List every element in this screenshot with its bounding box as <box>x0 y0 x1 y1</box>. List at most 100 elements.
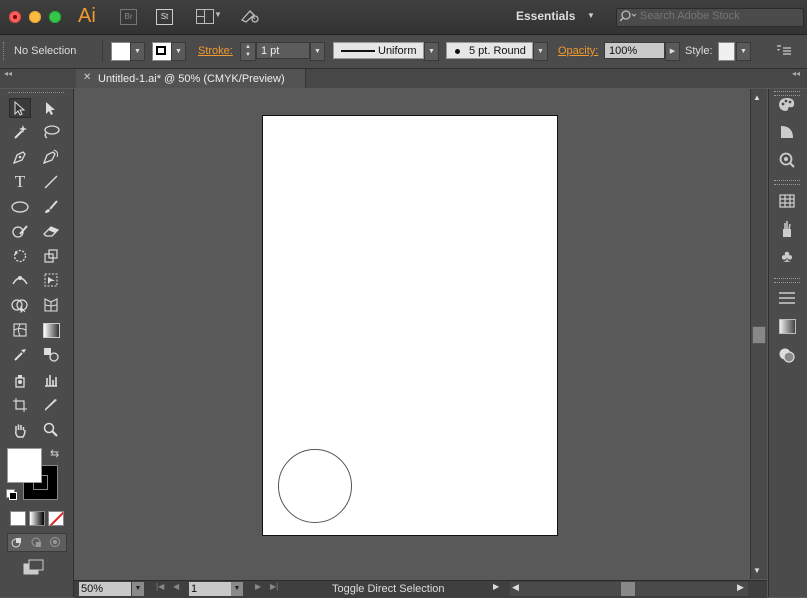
eyedropper-tool-icon[interactable] <box>9 344 31 364</box>
chevron-down-icon[interactable]: ▼ <box>587 11 595 20</box>
hand-tool-icon[interactable] <box>9 420 31 440</box>
width-tool-icon[interactable] <box>9 270 31 290</box>
change-screen-mode-icon[interactable] <box>23 559 45 578</box>
column-graph-tool-icon[interactable] <box>40 370 62 390</box>
collapse-left-panel-icon[interactable]: ◂◂ <box>4 69 12 78</box>
color-themes-panel-icon[interactable] <box>776 150 798 170</box>
search-input[interactable] <box>640 10 795 22</box>
line-segment-tool-icon[interactable] <box>40 172 62 192</box>
paintbrush-tool-icon[interactable] <box>40 197 62 217</box>
draw-inside-icon[interactable] <box>48 535 62 548</box>
artboard-tool-icon[interactable] <box>9 395 31 415</box>
graphic-style-swatch[interactable] <box>718 42 735 61</box>
fill-color-swatch[interactable] <box>111 42 131 61</box>
graphic-style-dropdown[interactable]: ▼ <box>736 42 751 61</box>
stroke-panel-link[interactable]: Stroke: <box>198 45 233 57</box>
control-panel-menu-icon[interactable] <box>776 44 792 59</box>
artboard-number-field[interactable]: 1 <box>189 582 231 596</box>
curvature-tool-icon[interactable] <box>40 147 62 167</box>
none-mode-button[interactable] <box>48 511 64 526</box>
draw-behind-icon[interactable] <box>29 535 43 548</box>
stroke-weight-field[interactable]: 1 pt <box>256 42 310 59</box>
last-artboard-icon[interactable]: ▶| <box>270 582 278 591</box>
selection-tool-icon[interactable] <box>9 98 31 118</box>
magic-wand-tool-icon[interactable] <box>9 122 31 142</box>
arrange-documents-icon[interactable] <box>196 9 214 24</box>
stock-button[interactable]: St <box>156 9 173 25</box>
default-fill-stroke-icon[interactable] <box>6 489 17 500</box>
stroke-panel-icon[interactable] <box>776 288 798 308</box>
dock-grip[interactable] <box>774 278 800 283</box>
rotate-tool-icon[interactable] <box>9 246 31 266</box>
first-artboard-icon[interactable]: |◀ <box>156 582 164 591</box>
shaper-tool-icon[interactable] <box>9 221 31 241</box>
chevron-down-icon[interactable]: ▼ <box>214 10 222 19</box>
dock-grip[interactable] <box>774 180 800 185</box>
collapse-right-panel-icon[interactable]: ◂◂ <box>792 69 800 78</box>
stroke-weight-dropdown[interactable]: ▼ <box>310 42 325 61</box>
symbols-panel-icon[interactable]: ♣ <box>776 247 798 267</box>
bridge-button[interactable]: Br <box>120 9 137 25</box>
scale-tool-icon[interactable] <box>40 246 62 266</box>
scroll-left-icon[interactable]: ◀ <box>512 582 519 593</box>
lasso-tool-icon[interactable] <box>40 122 62 142</box>
window-close-button[interactable] <box>9 11 21 23</box>
window-maximize-button[interactable] <box>49 11 61 23</box>
slice-tool-icon[interactable] <box>40 395 62 415</box>
draw-normal-icon[interactable] <box>10 535 24 548</box>
artboard-dropdown-button[interactable]: ▼ <box>231 582 243 596</box>
workspace-switcher[interactable]: Essentials <box>516 9 575 23</box>
zoom-tool-icon[interactable] <box>40 420 62 440</box>
next-artboard-icon[interactable]: ▶ <box>255 582 261 591</box>
brush-dropdown[interactable]: ▼ <box>533 42 548 61</box>
blend-tool-icon[interactable] <box>40 344 62 364</box>
stroke-weight-stepper[interactable]: ▲ ▼ <box>240 42 256 61</box>
free-transform-tool-icon[interactable] <box>40 270 62 290</box>
zoom-dropdown-button[interactable]: ▼ <box>132 582 144 596</box>
status-menu-arrow-icon[interactable]: ▶ <box>493 582 499 591</box>
circle-shape[interactable] <box>278 449 352 523</box>
fill-color-box[interactable] <box>7 448 42 483</box>
status-message[interactable]: Toggle Direct Selection <box>332 583 445 595</box>
brush-definition[interactable]: 5 pt. Round <box>446 42 533 59</box>
type-tool-icon[interactable]: T <box>9 172 31 192</box>
horizontal-scroll-thumb[interactable] <box>621 582 635 596</box>
scroll-up-icon[interactable]: ▲ <box>753 93 761 102</box>
ellipse-tool-icon[interactable] <box>9 197 31 217</box>
fill-dropdown-button[interactable]: ▼ <box>130 42 145 61</box>
tools-panel-grip[interactable] <box>8 92 64 96</box>
color-panel-icon[interactable] <box>776 94 798 114</box>
gradient-mode-button[interactable] <box>29 511 45 526</box>
vertical-scroll-thumb[interactable] <box>752 326 766 344</box>
color-guide-panel-icon[interactable] <box>776 122 798 142</box>
stroke-color-swatch[interactable] <box>152 42 172 61</box>
perspective-grid-tool-icon[interactable] <box>40 295 62 315</box>
swatches-panel-icon[interactable] <box>776 191 798 211</box>
control-bar-grip[interactable] <box>3 42 7 60</box>
stroke-dropdown-button[interactable]: ▼ <box>171 42 186 61</box>
zoom-level-field[interactable]: 50% <box>79 582 131 596</box>
variable-width-profile[interactable]: Uniform <box>333 42 424 59</box>
shape-builder-tool-icon[interactable] <box>9 295 31 315</box>
eraser-tool-icon[interactable] <box>40 221 62 241</box>
scroll-down-icon[interactable]: ▼ <box>753 566 761 575</box>
opacity-field[interactable]: 100% <box>604 42 665 59</box>
variable-width-dropdown[interactable]: ▼ <box>424 42 439 61</box>
gradient-panel-icon[interactable] <box>776 316 798 336</box>
search-icon[interactable] <box>619 9 637 25</box>
previous-artboard-icon[interactable]: ◀ <box>173 582 179 591</box>
transparency-panel-icon[interactable] <box>776 345 798 365</box>
gradient-tool-icon[interactable] <box>40 320 62 340</box>
scroll-right-icon[interactable]: ▶ <box>737 582 744 593</box>
opacity-slider-button[interactable]: ▶ <box>665 42 680 61</box>
opacity-panel-link[interactable]: Opacity: <box>558 45 598 57</box>
gpu-performance-icon[interactable] <box>240 8 260 28</box>
symbol-sprayer-tool-icon[interactable] <box>9 370 31 390</box>
close-icon[interactable]: ✕ <box>83 72 91 83</box>
mesh-tool-icon[interactable] <box>9 320 31 340</box>
direct-selection-tool-icon[interactable] <box>40 98 62 118</box>
pen-tool-icon[interactable] <box>9 147 31 167</box>
window-minimize-button[interactable] <box>29 11 41 23</box>
swap-fill-stroke-icon[interactable]: ⇆ <box>50 447 59 460</box>
color-mode-button[interactable] <box>10 511 26 526</box>
